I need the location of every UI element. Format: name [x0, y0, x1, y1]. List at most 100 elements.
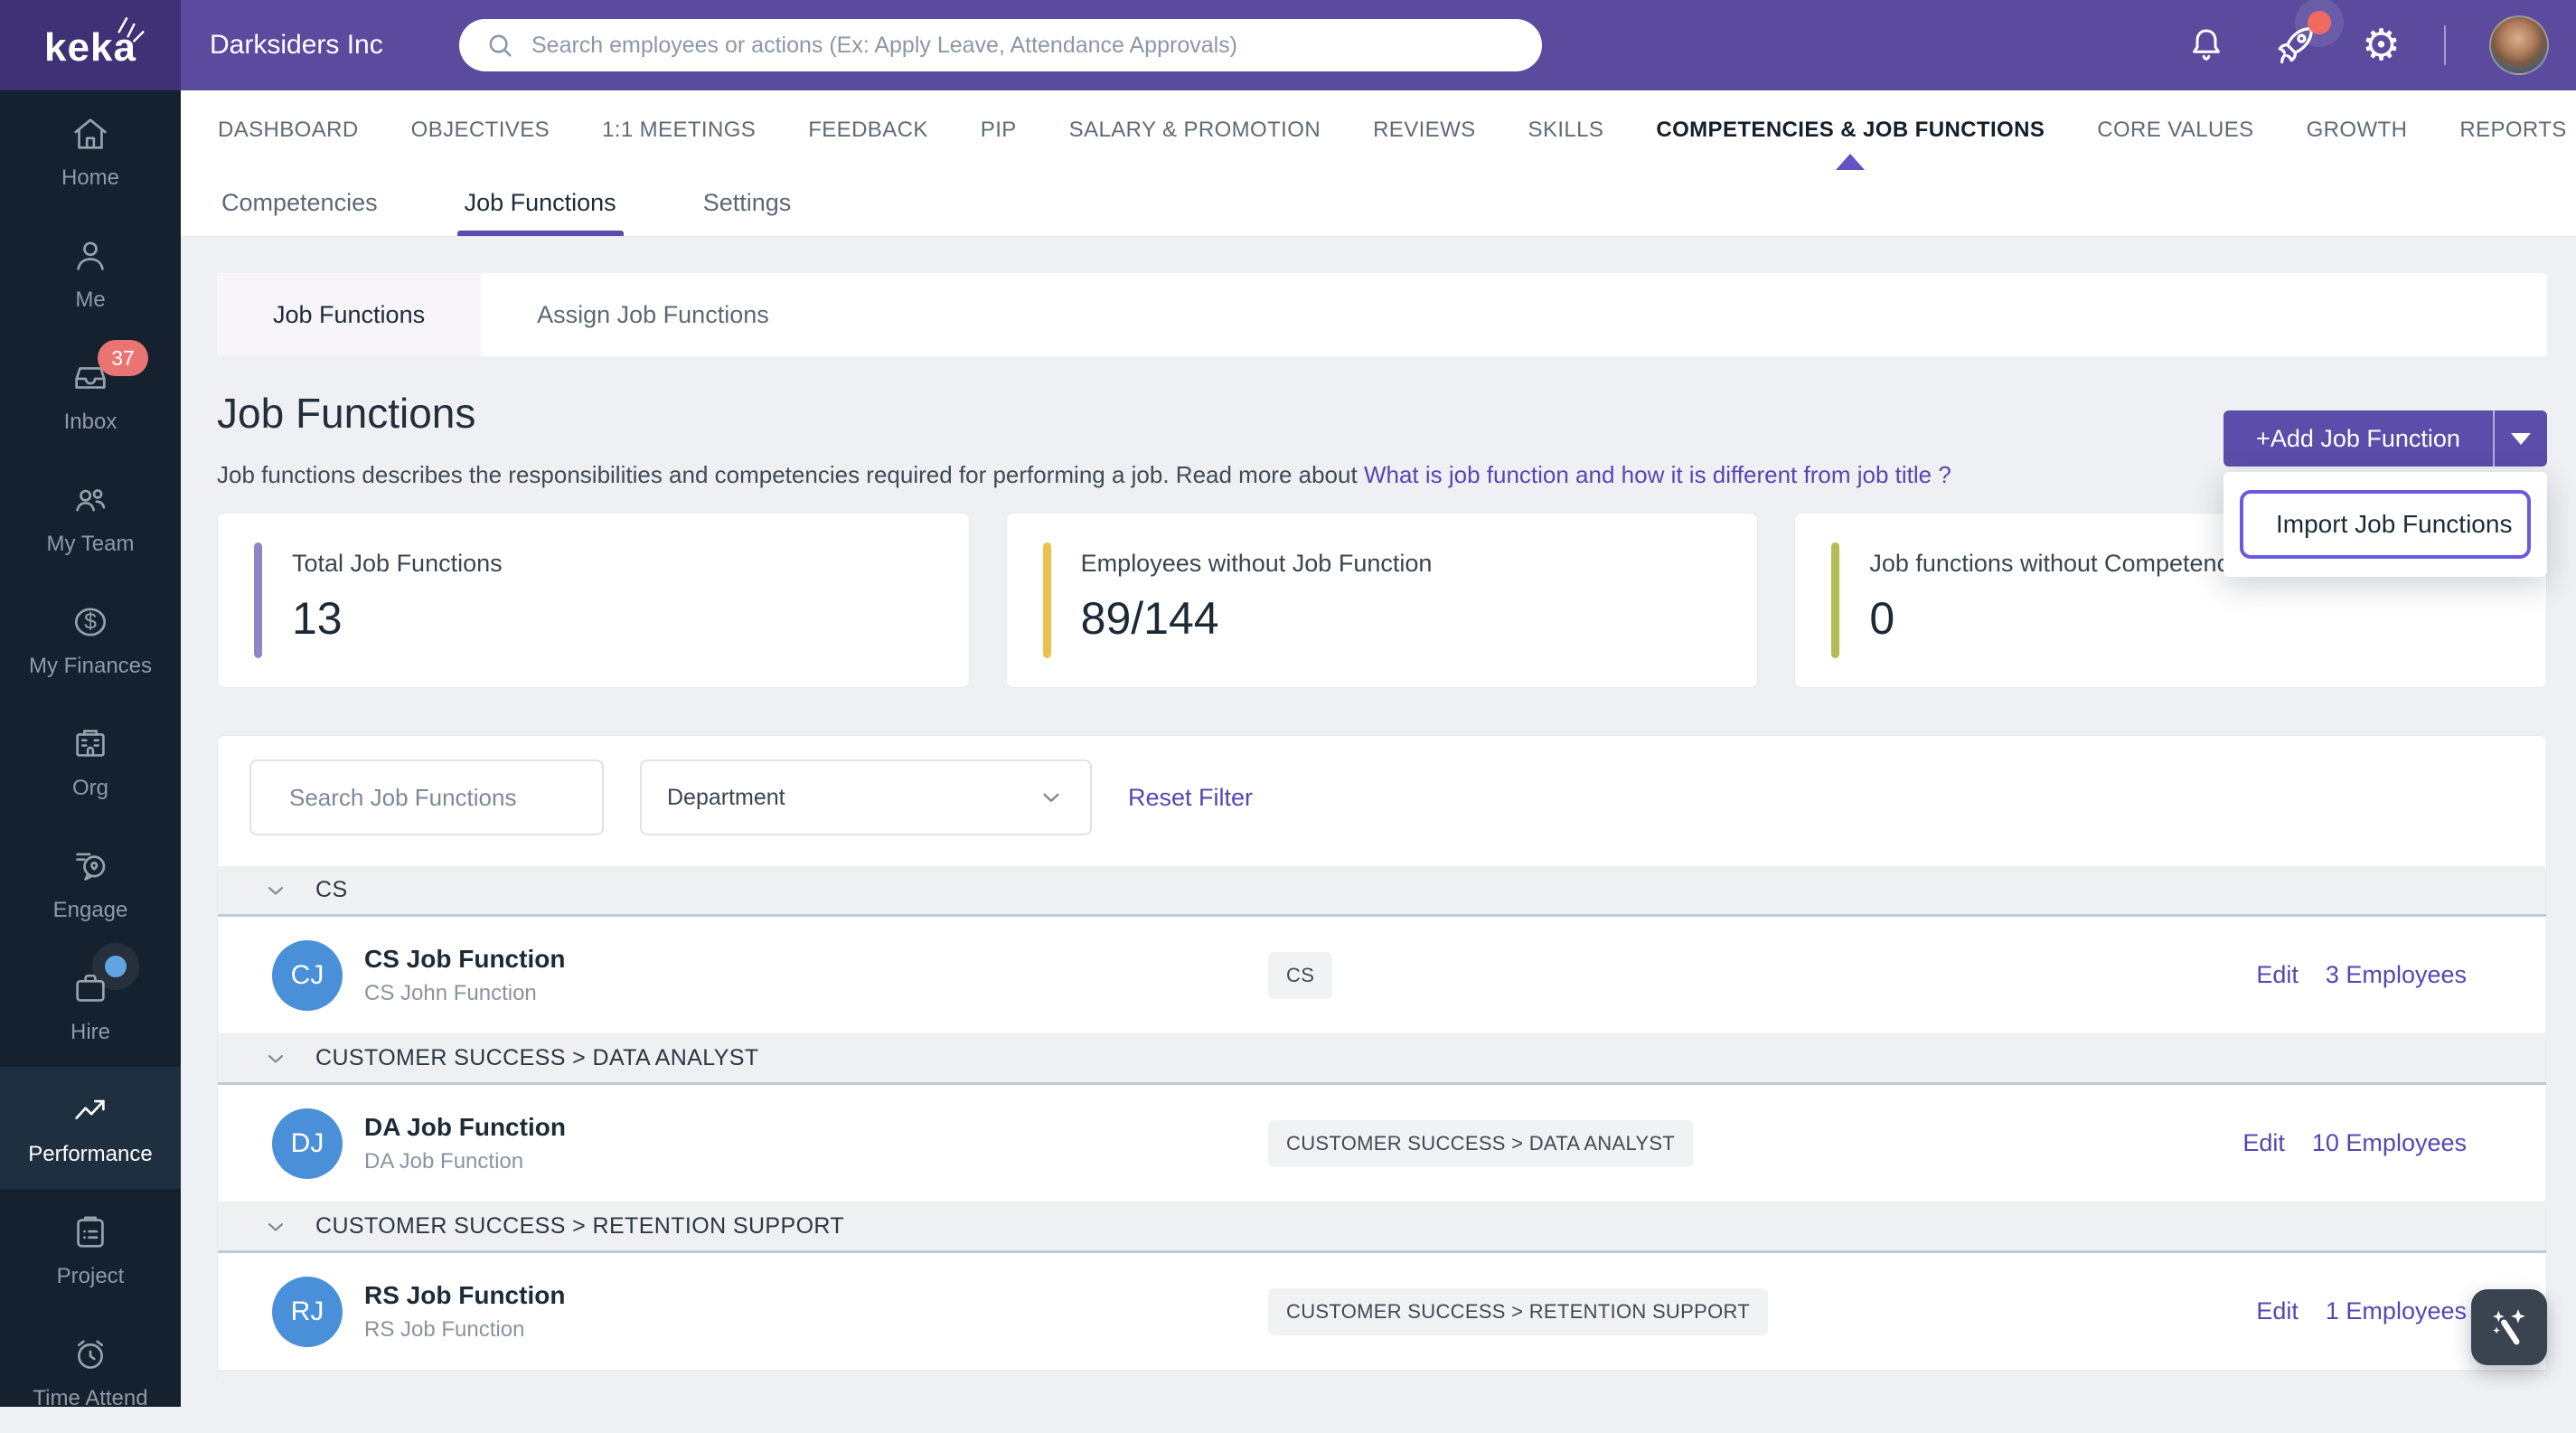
sidebar: Home Me Inbox 37 My Team $ My Finances O…	[0, 90, 181, 1410]
stat-accent-bar	[1831, 542, 1840, 658]
job-avatar: DJ	[272, 1108, 343, 1179]
stat-accent-bar	[1042, 542, 1051, 658]
topbar: keka Darksiders Inc Search employees or …	[0, 0, 2576, 90]
home-icon	[74, 118, 107, 149]
subtab-settings[interactable]: Settings	[703, 170, 792, 236]
stats-row: Total Job Functions 13 Employees without…	[217, 513, 2548, 688]
edit-link[interactable]: Edit	[2242, 1129, 2285, 1157]
edit-link[interactable]: Edit	[2256, 961, 2299, 989]
import-job-functions-menu-item[interactable]: Import Job Functions	[2240, 490, 2531, 559]
job-subtitle: DA Job Function	[364, 1148, 524, 1174]
clipboard-icon	[77, 1216, 104, 1248]
user-avatar[interactable]	[2489, 15, 2549, 75]
chat-heart-icon	[76, 853, 106, 881]
chevron-down-icon	[2511, 432, 2531, 445]
notifications-bell-icon[interactable]	[2185, 24, 2228, 67]
tab-pip[interactable]: PIP	[954, 90, 1043, 170]
alarm-clock-icon	[78, 1339, 103, 1369]
tab-skills[interactable]: SKILLS	[1502, 90, 1631, 170]
page-description: Job functions describes the responsibili…	[217, 461, 1951, 488]
sidebar-item-home[interactable]: Home	[0, 90, 181, 212]
whats-new-rocket-icon[interactable]	[2271, 11, 2331, 69]
notification-dot	[2307, 11, 2331, 34]
employees-link[interactable]: 1 Employees	[2326, 1297, 2467, 1325]
global-search-input[interactable]	[531, 32, 1517, 59]
job-function-search-input[interactable]	[289, 783, 592, 812]
job-title: CS Job Function	[364, 944, 566, 973]
add-job-function-split-button: +Add Job Function Import Job Functions	[2223, 410, 2547, 577]
people-icon	[76, 488, 106, 511]
hire-notification-dot	[105, 956, 127, 977]
tab-objectives[interactable]: OBJECTIVES	[385, 90, 576, 170]
sidebar-item-inbox[interactable]: Inbox 37	[0, 335, 181, 457]
tab-reviews[interactable]: REVIEWS	[1347, 90, 1501, 170]
global-search	[459, 19, 1542, 71]
view-tabs: Job Functions Assign Job Functions	[217, 273, 2547, 356]
company-name: Darksiders Inc	[210, 30, 383, 60]
sidebar-item-hire[interactable]: Hire	[0, 945, 181, 1067]
job-avatar: CJ	[272, 939, 343, 1011]
job-title: RS Job Function	[364, 1280, 566, 1309]
job-functions-table-card: Department Reset Filter CS CJ CS Job Fun…	[217, 735, 2547, 1381]
building-icon	[76, 729, 105, 757]
magic-wand-fab[interactable]	[2471, 1289, 2547, 1365]
job-row: CJ CS Job Function CS John Function CS E…	[218, 917, 2546, 1034]
magic-wand-icon	[2493, 1309, 2525, 1345]
employees-link[interactable]: 3 Employees	[2326, 961, 2467, 989]
group-header-retention-support[interactable]: CUSTOMER SUCCESS > RETENTION SUPPORT	[218, 1202, 2546, 1253]
department-filter-select[interactable]: Department	[640, 759, 1092, 835]
subtab-competencies[interactable]: Competencies	[221, 170, 378, 236]
job-function-help-link[interactable]: What is job function and how it is diffe…	[1364, 461, 1951, 488]
sidebar-item-time-attend[interactable]: Time Attend	[0, 1311, 181, 1433]
sidebar-item-my-finances[interactable]: $ My Finances	[0, 579, 181, 701]
sub-nav: Competencies Job Functions Settings	[181, 170, 2576, 237]
page-title: Job Functions	[217, 390, 476, 437]
add-job-function-dropdown-toggle[interactable]	[2495, 410, 2547, 467]
tab-core-values[interactable]: CORE VALUES	[2071, 90, 2280, 170]
stat-value: 89/144	[1080, 593, 1219, 644]
page-header: Job Functions Job functions describes th…	[217, 389, 2547, 577]
settings-gear-icon[interactable]: ⚙	[2362, 24, 2401, 67]
chevron-down-icon	[268, 1222, 284, 1231]
job-function-search	[249, 759, 604, 835]
add-dropdown-menu: Import Job Functions	[2223, 472, 2547, 577]
chevron-down-icon	[1043, 793, 1059, 802]
job-avatar: RJ	[272, 1276, 343, 1347]
view-tab-job-functions[interactable]: Job Functions	[217, 273, 482, 356]
reset-filter-link[interactable]: Reset Filter	[1128, 784, 1253, 812]
group-header-cs[interactable]: CS	[218, 866, 2546, 917]
briefcase-icon	[76, 974, 105, 1002]
subtab-job-functions[interactable]: Job Functions	[456, 170, 624, 236]
edit-link[interactable]: Edit	[2256, 1297, 2299, 1325]
sidebar-item-project[interactable]: Project	[0, 1189, 181, 1311]
logo-spark-icon	[118, 17, 145, 42]
keka-logo[interactable]: keka	[0, 0, 181, 90]
tab-salary-promotion[interactable]: SALARY & PROMOTION	[1043, 90, 1347, 170]
sidebar-item-org[interactable]: Org	[0, 701, 181, 823]
topbar-actions: ⚙	[2185, 0, 2549, 90]
group-header-data-analyst[interactable]: CUSTOMER SUCCESS > DATA ANALYST	[218, 1034, 2546, 1085]
sidebar-item-my-team[interactable]: My Team	[0, 457, 181, 579]
person-icon	[77, 240, 104, 270]
add-job-function-button[interactable]: +Add Job Function	[2223, 410, 2495, 467]
view-tab-assign-job-functions[interactable]: Assign Job Functions	[481, 273, 825, 356]
sidebar-item-engage[interactable]: Engage	[0, 823, 181, 945]
trend-arrow-icon	[75, 1099, 105, 1119]
tab-growth[interactable]: GROWTH	[2280, 90, 2434, 170]
sidebar-item-performance[interactable]: Performance	[0, 1067, 181, 1189]
svg-text:$: $	[84, 608, 97, 634]
next-group-header-partial	[218, 1371, 2546, 1381]
content: Job Functions Assign Job Functions Job F…	[181, 273, 2576, 1381]
employees-link[interactable]: 10 Employees	[2312, 1129, 2467, 1157]
department-tag: CUSTOMER SUCCESS > RETENTION SUPPORT	[1268, 1287, 1769, 1335]
tab-competencies-job-functions[interactable]: COMPETENCIES & JOB FUNCTIONS	[1630, 90, 2071, 170]
tab-reports[interactable]: REPORTS	[2433, 90, 2576, 170]
inbox-count-badge: 37	[98, 340, 148, 376]
tab-1-1-meetings[interactable]: 1:1 MEETINGS	[576, 90, 782, 170]
filter-row: Department Reset Filter	[218, 736, 2546, 866]
stat-value: 0	[1869, 593, 1895, 644]
chevron-down-icon	[268, 886, 284, 895]
tab-dashboard[interactable]: DASHBOARD	[192, 90, 385, 170]
tab-feedback[interactable]: FEEDBACK	[782, 90, 954, 170]
sidebar-item-me[interactable]: Me	[0, 212, 181, 335]
